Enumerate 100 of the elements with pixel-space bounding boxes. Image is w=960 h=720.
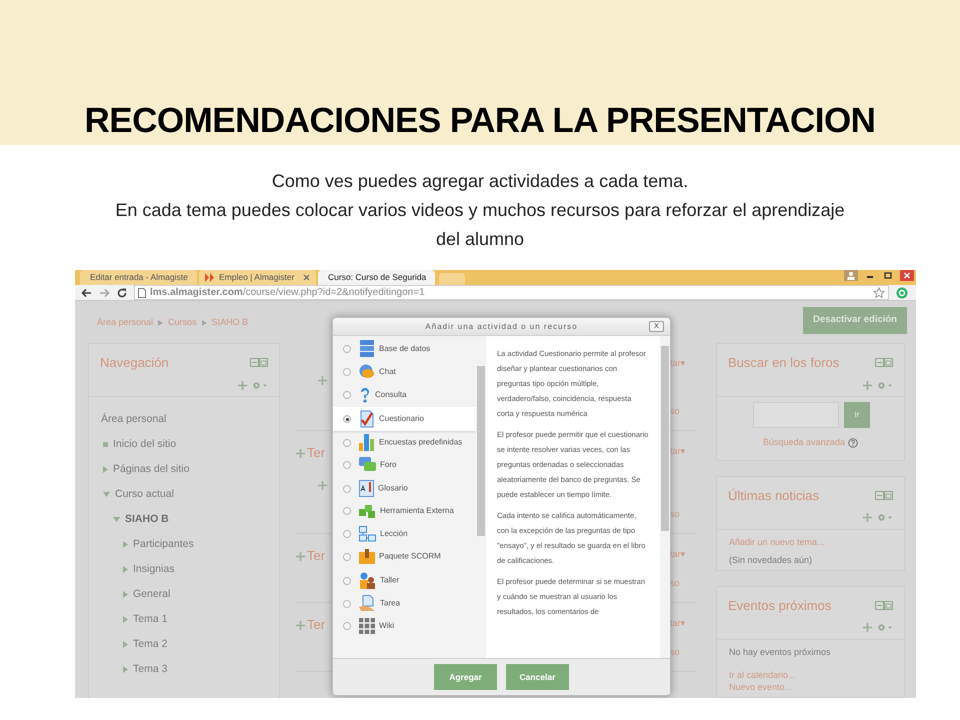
section-title[interactable]: Ter (307, 548, 326, 564)
activity-option[interactable]: Base de datos (379, 344, 430, 353)
user-icon[interactable] (844, 270, 858, 281)
move-icon[interactable] (863, 623, 872, 632)
gear-icon[interactable] (877, 513, 893, 522)
turn-editing-off-button[interactable]: Desactivar edición (803, 307, 907, 334)
collapsed-triangle-icon[interactable] (123, 541, 128, 548)
gear-icon[interactable] (877, 623, 893, 632)
nav-item[interactable]: Páginas del sitio (113, 462, 190, 478)
move-icon[interactable] (318, 376, 327, 385)
dock-icon[interactable] (875, 490, 893, 500)
collapsed-triangle-icon[interactable] (123, 591, 128, 598)
collapsed-triangle-icon[interactable] (123, 616, 128, 623)
collapsed-triangle-icon[interactable] (103, 466, 108, 473)
close-icon[interactable] (900, 270, 914, 281)
radio-button[interactable] (343, 415, 351, 423)
collapsed-triangle-icon[interactable] (123, 666, 128, 673)
activity-option[interactable]: Glosario (378, 484, 408, 492)
nav-item[interactable]: General (133, 586, 170, 602)
gear-icon[interactable] (877, 380, 893, 390)
radio-button[interactable] (343, 507, 351, 515)
expanded-triangle-icon[interactable] (103, 492, 110, 497)
activity-option[interactable]: Paquete SCORM (379, 552, 441, 560)
collapsed-triangle-icon[interactable] (123, 641, 128, 648)
activity-option[interactable]: Tarea (380, 598, 400, 608)
activity-option[interactable]: Foro (380, 460, 396, 469)
maximize-icon[interactable] (882, 270, 894, 281)
activity-option[interactable]: Encuestas predefinidas (379, 438, 462, 446)
scrollbar[interactable] (660, 336, 670, 658)
radio-button[interactable] (343, 576, 351, 584)
help-icon[interactable] (848, 438, 858, 448)
nav-item[interactable]: SIAHO B (125, 512, 169, 528)
expanded-triangle-icon[interactable] (113, 517, 120, 522)
gear-icon[interactable] (252, 380, 268, 390)
section-title[interactable]: Ter (307, 445, 326, 461)
browser-tab[interactable]: Curso: Curso de Segurida (318, 270, 435, 285)
nav-item[interactable]: Tema 3 (133, 662, 168, 678)
radio-button[interactable] (343, 438, 351, 446)
reload-icon[interactable] (117, 288, 127, 298)
dock-icon[interactable] (875, 358, 893, 368)
radio-button[interactable] (343, 484, 351, 492)
nav-item[interactable]: Tema 1 (133, 612, 168, 628)
new-tab-button[interactable] (439, 273, 465, 285)
move-icon[interactable] (318, 481, 327, 490)
move-icon[interactable] (863, 380, 872, 390)
breadcrumb-link[interactable]: SIAHO B (212, 316, 248, 330)
activity-option[interactable]: Herramienta Externa (380, 506, 454, 515)
move-icon[interactable] (296, 620, 305, 630)
forward-arrow-icon[interactable] (99, 288, 110, 298)
block-link[interactable]: Ir al calendario... (729, 668, 892, 680)
collapsed-triangle-icon[interactable] (123, 566, 128, 573)
browser-tab[interactable]: Editar entrada - Almagiste (80, 270, 197, 285)
radio-button[interactable] (343, 368, 351, 376)
nav-item[interactable]: Curso actual (115, 486, 174, 502)
move-icon[interactable] (296, 448, 305, 458)
slide-paragraph: En cada tema puedes colocar varios videos y muchos recursos para reforzar el aprendizaje del alumno (114, 199, 846, 251)
activity-option[interactable]: Taller (380, 576, 400, 584)
breadcrumb-link[interactable]: Área personal (97, 316, 154, 330)
radio-button[interactable] (343, 461, 351, 469)
dock-icon[interactable] (250, 358, 268, 368)
star-icon[interactable] (873, 287, 885, 298)
radio-button[interactable] (343, 391, 351, 399)
back-arrow-icon[interactable] (81, 288, 92, 298)
activity-option[interactable]: Wiki (379, 621, 394, 630)
activity-option[interactable]: Cuestionario (379, 414, 424, 423)
radio-button[interactable] (343, 530, 351, 538)
nav-item[interactable]: Tema 2 (133, 636, 168, 652)
dialog-button[interactable]: Agregar (434, 664, 497, 690)
move-icon[interactable] (296, 552, 305, 560)
url-field[interactable]: lms.almagister.com/course/view.php?id=2&notifyeditingon=1 (134, 285, 889, 300)
radio-button[interactable] (343, 622, 351, 630)
move-icon[interactable] (238, 380, 247, 390)
block-link[interactable]: Añadir un nuevo tema... (729, 536, 892, 548)
close-icon[interactable] (303, 274, 310, 281)
slide-title: RECOMENDACIONES PARA LA PRESENTACION (84, 101, 876, 141)
browser-tab[interactable]: Empleo | Almagister (199, 270, 316, 285)
go-button[interactable]: Ir (844, 402, 870, 428)
move-icon[interactable] (863, 513, 872, 522)
activity-option[interactable]: Lección (380, 529, 408, 538)
extension-icon[interactable] (896, 286, 908, 298)
activity-option[interactable]: Chat (379, 367, 396, 376)
section-title[interactable]: Ter (307, 617, 326, 633)
activity-icon (359, 364, 375, 380)
activity-icon (359, 387, 371, 403)
scrollbar[interactable] (476, 336, 486, 658)
activity-icon (359, 457, 376, 473)
dialog-button[interactable]: Cancelar (506, 664, 569, 690)
nav-item[interactable]: Inicio del sitio (113, 436, 176, 452)
breadcrumb-link[interactable]: Cursos (168, 316, 197, 330)
nav-item[interactable]: Participantes (133, 536, 194, 552)
radio-button[interactable] (343, 552, 351, 560)
dock-icon[interactable] (875, 600, 893, 610)
nav-item[interactable]: Insignias (133, 562, 174, 578)
radio-button[interactable] (343, 600, 351, 608)
nav-item[interactable]: Área personal (101, 412, 166, 428)
dialog-title: Añadir una actividad o un recurso (425, 320, 578, 332)
activity-option[interactable]: Consulta (375, 390, 407, 399)
radio-button[interactable] (343, 345, 351, 353)
advanced-search-link[interactable]: Búsqueda avanzada (762, 436, 846, 450)
block-link[interactable]: Nuevo evento... (729, 680, 892, 692)
